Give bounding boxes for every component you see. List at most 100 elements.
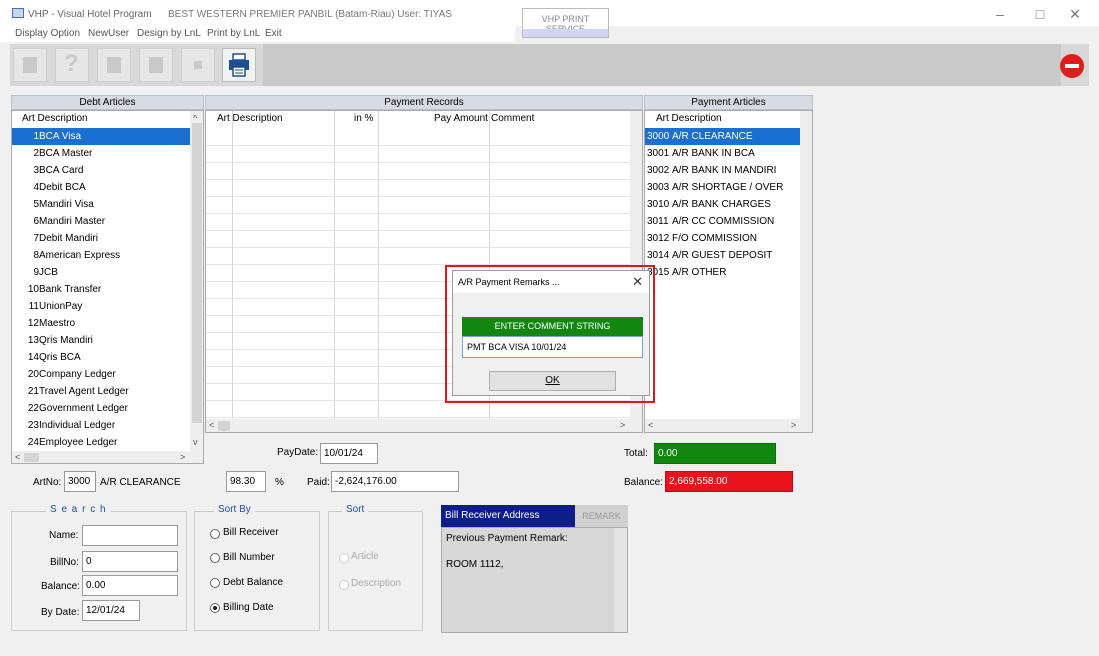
print-button[interactable] [222,48,256,82]
bill-receiver-label: Bill Receiver [223,527,279,538]
debt-hscroll-thumb[interactable] [24,453,39,462]
tab-bill-receiver-address[interactable]: Bill Receiver Address [441,505,575,527]
delete-button[interactable] [181,48,215,82]
print-service-window[interactable]: VHP PRINT SERVICE [522,8,609,38]
pa-vscrollbar[interactable] [800,111,812,419]
debt-article-description: Employee Ledger [39,437,118,448]
debt-article-number: 8 [33,250,39,261]
debt-article-row[interactable]: 6Mandiri Master [12,213,190,230]
menu-design-by-lnl[interactable]: Design by LnL [137,28,201,39]
radio-bill-receiver[interactable] [210,529,220,539]
menu-print-by-lnl[interactable]: Print by LnL [207,28,260,39]
pr-col-art-description: Art Description [217,113,283,124]
pr-hscrollbar[interactable]: < > [206,419,642,432]
payment-article-row[interactable]: 3011 A/R CC COMMISSION [645,213,800,230]
payment-article-row[interactable]: 3012 F/O COMMISSION [645,230,800,247]
debt-article-row[interactable]: 4Debit BCA [12,179,190,196]
payment-article-row[interactable]: 3001 A/R BANK IN BCA [645,145,800,162]
dialog-close-icon[interactable]: ✕ [632,274,643,290]
debt-article-row[interactable]: 10Bank Transfer [12,281,190,298]
debt-vscrollbar[interactable]: ^ v [190,111,203,451]
remark-scrollbar[interactable] [614,528,627,632]
debt-article-row[interactable]: 8American Express [12,247,190,264]
debt-article-row[interactable]: 20Company Ledger [12,366,190,383]
radio-article[interactable] [339,553,349,563]
close-window-button[interactable]: ✕ [1060,4,1090,24]
debt-article-row[interactable]: 21Travel Agent Ledger [12,383,190,400]
radio-bill-number[interactable] [210,553,220,563]
billno-field[interactable]: 0 [82,551,178,572]
tab-remark[interactable]: REMARK [575,505,628,527]
debt-article-row[interactable]: 7Debit Mandiri [12,230,190,247]
debt-article-row[interactable]: 3BCA Card [12,162,190,179]
scroll-left-icon: < [15,452,21,462]
payment-article-row[interactable]: 3015 A/R OTHER [645,264,800,281]
debt-article-row[interactable]: 11UnionPay [12,298,190,315]
pa-hscrollbar[interactable]: < > [645,419,812,432]
ok-button[interactable]: OK [489,371,616,391]
bydate-field[interactable]: 12/01/24 [82,600,140,621]
stop-icon[interactable] [1060,54,1084,78]
comment-input[interactable]: PMT BCA VISA 10/01/24 [462,336,643,358]
debt-article-row[interactable]: 2BCA Master [12,145,190,162]
edit-button[interactable] [97,48,131,82]
payment-articles-header: Payment Articles [644,95,813,110]
debt-article-row[interactable]: 14Qris BCA [12,349,190,366]
debt-article-row[interactable]: 12Maestro [12,315,190,332]
payment-article-row[interactable]: 3000 A/R CLEARANCE [645,128,800,145]
help-button[interactable]: ? [55,48,89,82]
menu-display-option[interactable]: Display Option [15,28,80,39]
debt-article-number: 7 [33,233,39,244]
name-label: Name: [49,530,79,541]
debt-article-row[interactable]: 5Mandiri Visa [12,196,190,213]
payment-article-row[interactable]: 3003 A/R SHORTAGE / OVER [645,179,800,196]
window-title: VHP - Visual Hotel Program [28,9,152,20]
debt-article-number: 9 [33,267,39,278]
paid-field[interactable]: -2,624,176.00 [331,471,459,492]
debt-article-description: BCA Visa [39,131,82,142]
grid-row-line [206,417,630,418]
bydate-label: By Date: [41,607,80,618]
copy-button[interactable] [139,48,173,82]
maximize-button[interactable]: □ [1025,4,1055,24]
payment-article-number: 3011 [647,216,669,227]
menu-exit[interactable]: Exit [265,28,282,39]
debt-articles-list[interactable]: Art Description 1BCA Visa 2BCA Master 3BCA… [11,110,204,464]
debt-article-row[interactable]: 23Individual Ledger [12,417,190,434]
toolbar: ? [10,44,1089,86]
debt-hscrollbar[interactable]: < > [12,451,203,463]
name-field[interactable] [82,525,178,546]
ok-label: OK [545,375,560,386]
paydate-field[interactable]: 10/01/24 [320,443,378,464]
hotel-user-info: BEST WESTERN PREMIER PANBIL (Batam-Riau)… [168,9,452,20]
artno-field[interactable]: 3000 [64,471,96,492]
minimize-button[interactable]: – [985,4,1015,24]
total-field: 0.00 [654,443,776,464]
debt-article-row[interactable]: 22Government Ledger [12,400,190,417]
copy-icon [149,57,163,73]
new-button[interactable] [13,48,47,82]
debt-article-description: Mandiri Visa [39,199,94,210]
debt-article-number: 10 [27,284,39,295]
percent-field[interactable]: 98.30 [226,471,266,492]
debt-article-row[interactable]: 9JCB [12,264,190,281]
payment-article-row[interactable]: 3010 A/R BANK CHARGES [645,196,800,213]
debt-article-description: Mandiri Master [39,216,106,227]
payment-article-row[interactable]: 3002 A/R BANK IN MANDIRI [645,162,800,179]
payment-articles-list[interactable]: Art Description 3000 A/R CLEARANCE 3001 A/R… [644,110,813,433]
radio-billing-date[interactable] [210,603,220,613]
search-balance-field[interactable]: 0.00 [82,575,178,596]
previous-remark-label: Previous Payment Remark: [446,533,568,544]
radio-debt-balance[interactable] [210,578,220,588]
debt-article-description: BCA Card [39,165,84,176]
billno-label: BillNo: [50,557,79,568]
debt-article-row[interactable]: 13Qris Mandiri [12,332,190,349]
debt-scroll-thumb[interactable] [192,123,202,423]
debt-article-row[interactable]: 1BCA Visa [12,128,190,145]
pr-hscroll-thumb[interactable] [218,421,230,431]
question-icon: ? [64,50,79,77]
debt-article-row[interactable]: 24Employee Ledger [12,434,190,451]
radio-description[interactable] [339,580,349,590]
menu-new-user[interactable]: NewUser [88,28,129,39]
payment-article-row[interactable]: 3014 A/R GUEST DEPOSIT [645,247,800,264]
